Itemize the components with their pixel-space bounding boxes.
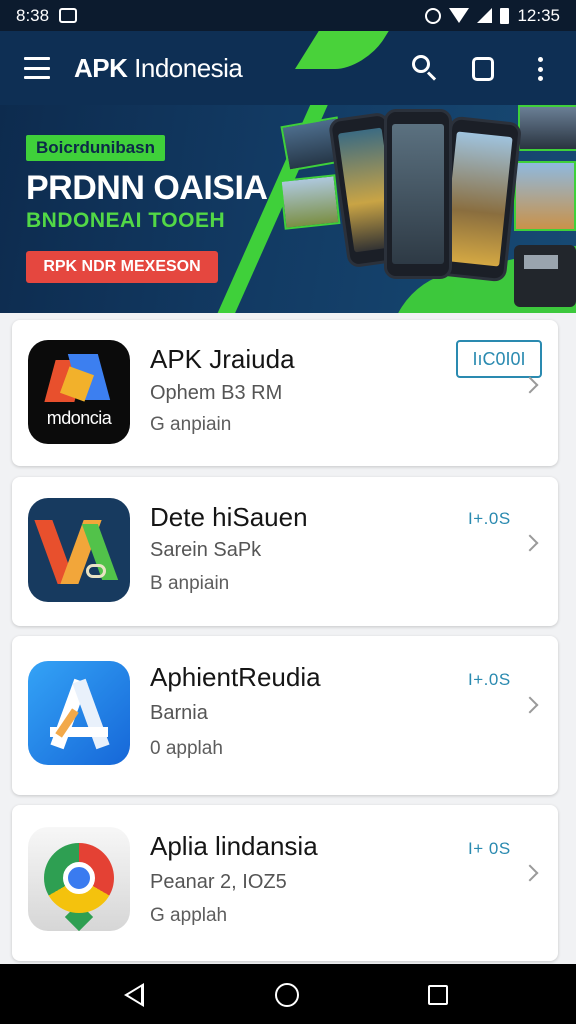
app-meta: 0 applah: [150, 738, 223, 759]
wifi-icon: [449, 8, 470, 23]
search-icon: [412, 55, 430, 73]
apk-indonesia-icon: mdoncia: [28, 340, 130, 444]
version-label: I+ 0S: [468, 839, 511, 858]
do-not-disturb-icon: [425, 7, 442, 24]
status-time: 8:38: [16, 5, 50, 25]
home-icon[interactable]: [275, 983, 299, 1007]
icon-label: mdoncia: [46, 408, 112, 428]
device-icon[interactable]: [472, 57, 494, 81]
chevron-right-icon[interactable]: [521, 534, 539, 552]
app-subtitle: Sarein SaPk: [150, 539, 262, 561]
chevron-right-icon[interactable]: [521, 696, 539, 714]
app-list-item[interactable]: Aplia lindansia Peanar 2, IOZ5 G applah …: [12, 805, 558, 961]
app-list-item[interactable]: AphientReudia Barnia 0 applah I+.0S: [12, 636, 558, 795]
system-nav-bar: [0, 964, 576, 1024]
status-bar: 8:38 12:35: [0, 0, 576, 31]
more-icon: [537, 57, 543, 62]
search-button[interactable]: [412, 55, 438, 81]
app-name: Aplia lindansia: [150, 831, 318, 861]
signal-icon: [477, 8, 493, 23]
menu-icon: [24, 57, 50, 60]
phone-image: [384, 109, 452, 279]
status-clock: 12:35: [517, 5, 560, 25]
promo-banner[interactable]: Boicrdunibasn PRDNN OAISIA BNDONEAI TOOE…: [0, 105, 576, 313]
banner-thumbnail: [514, 161, 576, 231]
banner-headline: PRDNN OAISIA: [26, 169, 268, 207]
app-meta: G applah: [150, 905, 228, 926]
recents-icon[interactable]: [428, 985, 448, 1005]
chrome-maps-icon: [28, 827, 130, 931]
back-icon[interactable]: [124, 983, 144, 1007]
notification-icon: [59, 8, 78, 23]
banner-thumbnail: [279, 174, 341, 230]
app-list-item[interactable]: Dete hiSauen Sarein SaPk B anpiain I+.0S: [12, 477, 558, 626]
app-list-item[interactable]: mdoncia APK Jraiuda Ophem B3 RM G anpiai…: [12, 320, 558, 466]
colorful-x-app-icon: [28, 498, 130, 602]
app-subtitle: Ophem B3 RM: [150, 382, 283, 404]
app-name: APK Jraiuda: [150, 344, 295, 374]
app-name: AphientReudia: [150, 662, 321, 692]
battery-icon: [500, 7, 510, 24]
menu-button[interactable]: [24, 57, 50, 79]
app-subtitle: Barnia: [150, 702, 208, 724]
banner-tag: Boicrdunibasn: [26, 135, 166, 161]
app-subtitle: Peanar 2, IOZ5: [150, 871, 287, 893]
version-label: I+.0S: [468, 670, 511, 689]
app-name: Dete hiSauen: [150, 502, 308, 532]
chevron-right-icon[interactable]: [521, 864, 539, 882]
app-meta: B anpiain: [150, 573, 230, 594]
banner-subline: BNDONEAI TOOEH: [26, 209, 226, 232]
app-bar: APK Indonesia: [0, 31, 576, 105]
app-title: APK Indonesia: [74, 53, 243, 83]
device-image: [514, 245, 576, 307]
app-bar-accent: [295, 31, 395, 69]
banner-cta-button[interactable]: RPK NDR MEXESON: [26, 251, 218, 283]
version-badge[interactable]: IıC0I0I: [456, 340, 542, 378]
more-options-button[interactable]: [536, 57, 544, 81]
chevron-right-icon[interactable]: [521, 376, 539, 394]
app-meta: G anpiain: [150, 414, 232, 435]
app-store-a-icon: [28, 661, 130, 765]
banner-thumbnail: [518, 105, 576, 151]
version-label: I+.0S: [468, 509, 511, 528]
